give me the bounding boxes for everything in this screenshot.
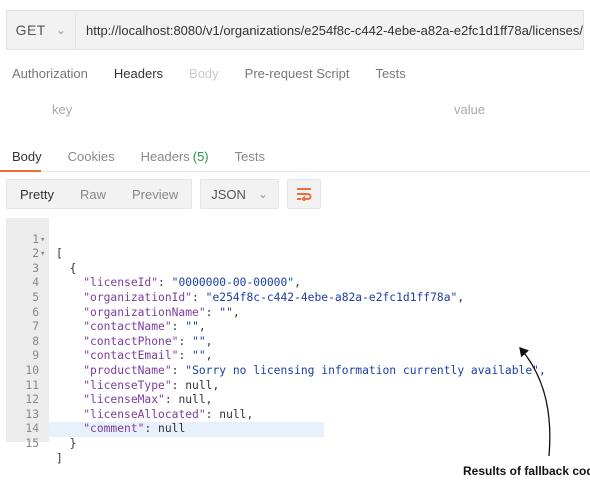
annotation-arrow (519, 347, 551, 457)
annotation-label: Results of fallback code (463, 464, 590, 478)
